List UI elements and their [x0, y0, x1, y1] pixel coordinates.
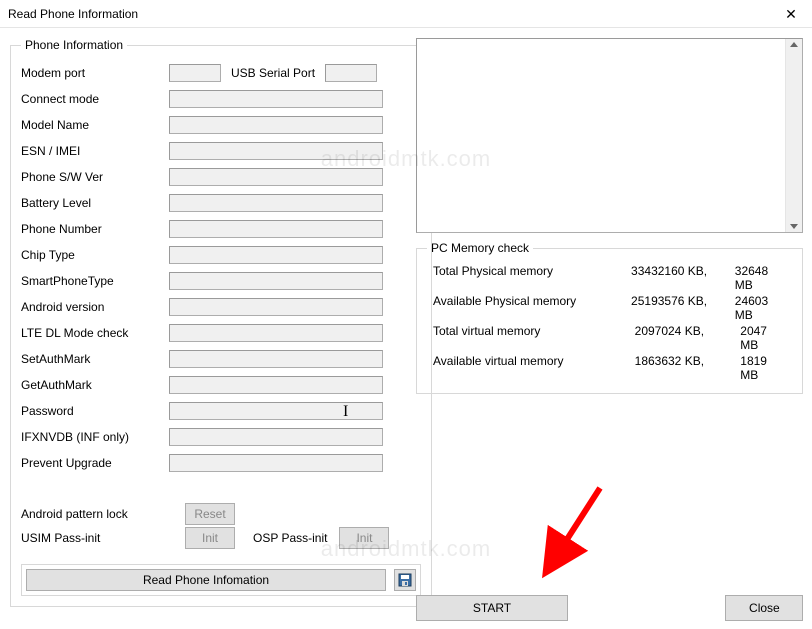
- field-prevent-upgrade[interactable]: [169, 454, 383, 472]
- label-android-version: Android version: [21, 300, 169, 314]
- field-set-auth[interactable]: [169, 350, 383, 368]
- field-modem-port[interactable]: [169, 64, 221, 82]
- save-disk-icon: [398, 573, 412, 587]
- label-esn-imei: ESN / IMEI: [21, 144, 169, 158]
- close-button[interactable]: Close: [725, 595, 803, 621]
- field-connect-mode[interactable]: [169, 90, 383, 108]
- phone-info-legend: Phone Information: [21, 38, 127, 52]
- label-smartphone-type: SmartPhoneType: [21, 274, 169, 288]
- label-android-pattern-lock: Android pattern lock: [21, 507, 185, 521]
- field-phone-number[interactable]: [169, 220, 383, 238]
- label-connect-mode: Connect mode: [21, 92, 169, 106]
- field-get-auth[interactable]: [169, 376, 383, 394]
- field-ifxnvdb[interactable]: [169, 428, 383, 446]
- right-column: PC Memory check Total Physical memory 33…: [416, 38, 803, 621]
- window-close-button[interactable]: ✕: [770, 0, 812, 28]
- field-android-version[interactable]: [169, 298, 383, 316]
- mem-row-avail-virtual: Available virtual memory 1863632 KB, 181…: [427, 353, 792, 383]
- label-phone-sw-ver: Phone S/W Ver: [21, 170, 169, 184]
- bottom-actions: Android pattern lock Reset USIM Pass-ini…: [21, 502, 421, 550]
- left-column: Phone Information Modem port USB Serial …: [10, 38, 406, 621]
- field-esn-imei[interactable]: [169, 142, 383, 160]
- title-bar: Read Phone Information ✕: [0, 0, 812, 28]
- pc-memory-group: PC Memory check Total Physical memory 33…: [416, 241, 803, 394]
- phone-info-group: Phone Information Modem port USB Serial …: [10, 38, 432, 607]
- label-chip-type: Chip Type: [21, 248, 169, 262]
- window-body: Phone Information Modem port USB Serial …: [0, 28, 812, 629]
- label-model-name: Model Name: [21, 118, 169, 132]
- mem-row-total-physical: Total Physical memory 33432160 KB, 32648…: [427, 263, 792, 293]
- disk-icon-button[interactable]: [394, 569, 416, 591]
- read-phone-row: Read Phone Infomation: [21, 564, 421, 596]
- label-password: Password: [21, 404, 169, 418]
- field-smartphone-type[interactable]: [169, 272, 383, 290]
- log-scrollbar[interactable]: [785, 39, 802, 232]
- mem-row-avail-physical: Available Physical memory 25193576 KB, 2…: [427, 293, 792, 323]
- label-phone-number: Phone Number: [21, 222, 169, 236]
- pc-memory-legend: PC Memory check: [427, 241, 533, 255]
- window-title: Read Phone Information: [8, 7, 138, 21]
- start-button[interactable]: START: [416, 595, 568, 621]
- label-prevent-upgrade: Prevent Upgrade: [21, 456, 169, 470]
- field-usb-serial[interactable]: [325, 64, 377, 82]
- label-set-auth: SetAuthMark: [21, 352, 169, 366]
- field-model-name[interactable]: [169, 116, 383, 134]
- label-lte-dl: LTE DL Mode check: [21, 326, 169, 340]
- label-modem-port: Modem port: [21, 66, 169, 80]
- reset-button[interactable]: Reset: [185, 503, 235, 525]
- field-battery-level[interactable]: [169, 194, 383, 212]
- read-phone-info-button[interactable]: Read Phone Infomation: [26, 569, 386, 591]
- label-ifxnvdb: IFXNVDB (INF only): [21, 430, 169, 444]
- field-lte-dl[interactable]: [169, 324, 383, 342]
- field-phone-sw-ver[interactable]: [169, 168, 383, 186]
- label-usb-serial: USB Serial Port: [231, 66, 315, 80]
- osp-init-button[interactable]: Init: [339, 527, 389, 549]
- usim-init-button[interactable]: Init: [185, 527, 235, 549]
- field-chip-type[interactable]: [169, 246, 383, 264]
- bottom-right-buttons: START Close: [416, 595, 803, 621]
- mem-row-total-virtual: Total virtual memory 2097024 KB, 2047 MB: [427, 323, 792, 353]
- label-get-auth: GetAuthMark: [21, 378, 169, 392]
- label-battery-level: Battery Level: [21, 196, 169, 210]
- field-password[interactable]: [169, 402, 383, 420]
- row-modem-port: Modem port USB Serial Port: [21, 60, 421, 86]
- label-usim-pass-init: USIM Pass-init: [21, 531, 185, 545]
- label-osp-pass-init: OSP Pass-init: [253, 531, 327, 545]
- log-output[interactable]: [416, 38, 803, 233]
